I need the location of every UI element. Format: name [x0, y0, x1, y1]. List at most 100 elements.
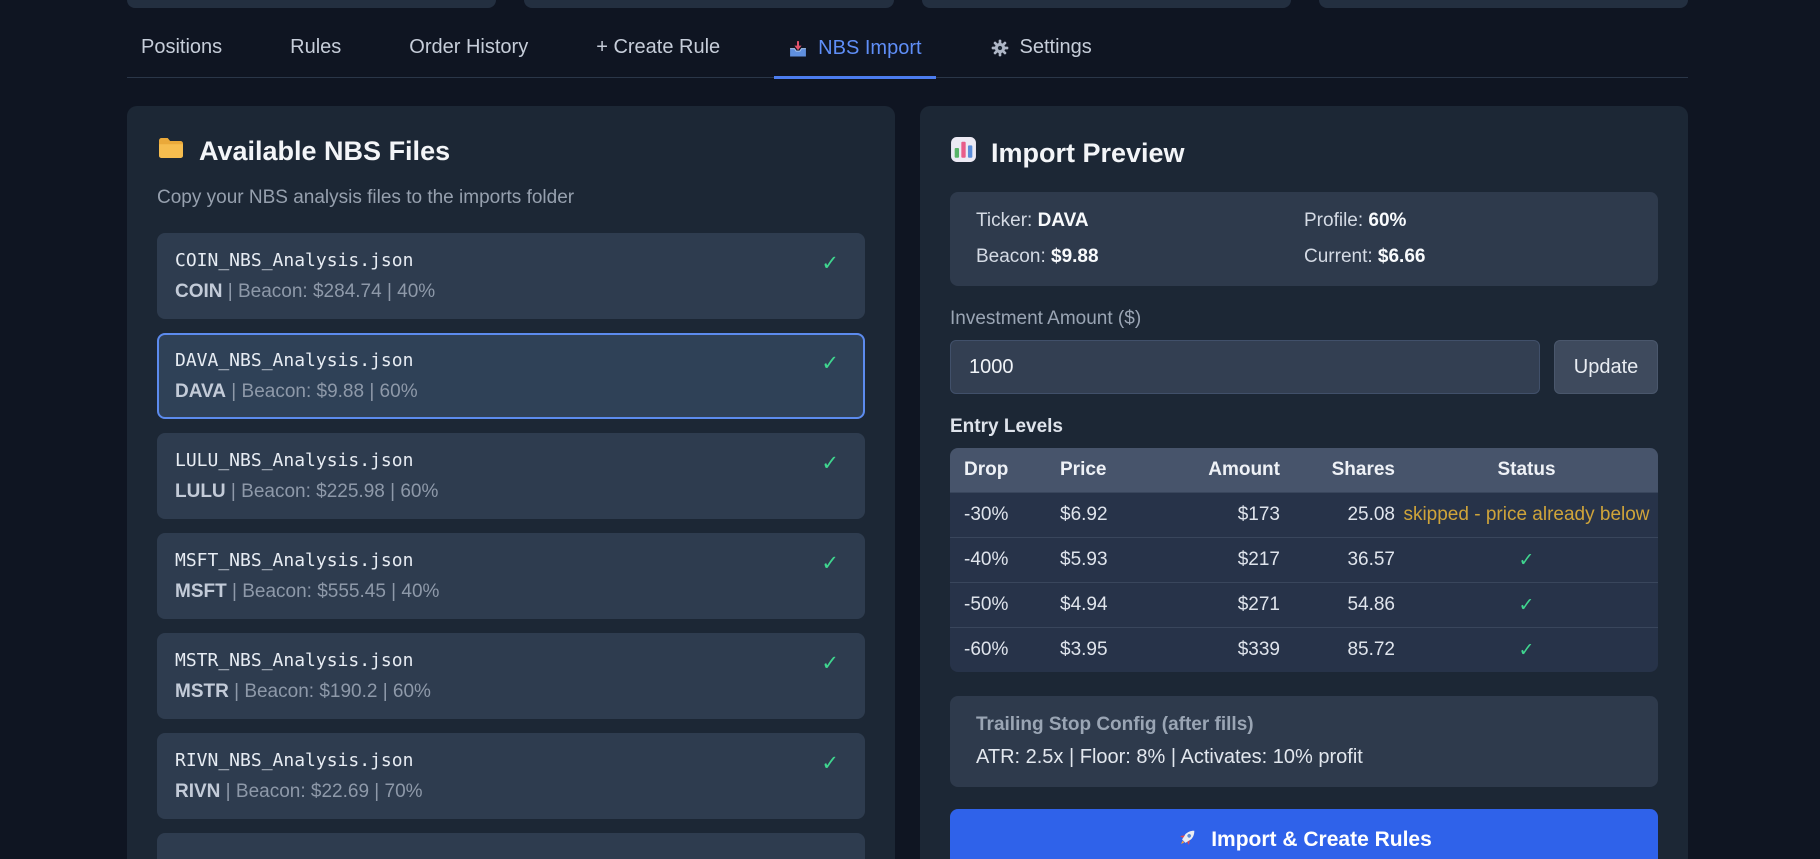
gear-icon	[990, 38, 1010, 58]
file-card[interactable]: MSTR_NBS_Analysis.json MSTR | Beacon: $1…	[157, 633, 865, 719]
cell-amount: $217	[1190, 549, 1280, 571]
file-ticker: MSTR	[175, 681, 229, 702]
folder-icon	[157, 136, 185, 167]
investment-amount-input[interactable]	[950, 340, 1540, 394]
file-details: LULU | Beacon: $225.98 | 60%	[175, 481, 847, 503]
file-details: MSTR | Beacon: $190.2 | 60%	[175, 681, 847, 703]
header-cell-shares: Shares	[1280, 459, 1395, 481]
file-card[interactable]: LULU_NBS_Analysis.json LULU | Beacon: $2…	[157, 433, 865, 519]
stat-card-partial	[127, 0, 496, 8]
file-details: DAVA | Beacon: $9.88 | 60%	[175, 381, 847, 403]
trailing-stop-detail: ATR: 2.5x | Floor: 8% | Activates: 10% p…	[976, 746, 1632, 769]
cell-price: $6.92	[1060, 504, 1190, 526]
stat-card-partial	[524, 0, 893, 8]
table-row: -60% $3.95 $339 85.72 ✓	[950, 627, 1658, 672]
available-nbs-files-panel: Available NBS Files Copy your NBS analys…	[127, 106, 895, 859]
investment-amount-label: Investment Amount ($)	[950, 308, 1658, 330]
cell-price: $4.94	[1060, 594, 1190, 616]
check-icon: ✓	[821, 251, 839, 276]
file-name: RIVN_NBS_Analysis.json	[175, 749, 847, 773]
file-card[interactable]: RIVN_NBS_Analysis.json RIVN | Beacon: $2…	[157, 733, 865, 819]
file-beacon-info: | Beacon: $284.74 | 40%	[223, 281, 436, 302]
cell-status: skipped - price already below	[1395, 504, 1658, 526]
cell-amount: $173	[1190, 504, 1280, 526]
import-create-rules-button[interactable]: Import & Create Rules	[950, 809, 1658, 859]
summary-label: Ticker:	[976, 210, 1038, 231]
summary-ticker: Ticker: DAVA	[976, 210, 1304, 232]
summary-current: Current: $6.66	[1304, 246, 1632, 268]
file-details: RIVN | Beacon: $22.69 | 70%	[175, 781, 847, 803]
header-cell-price: Price	[1060, 459, 1190, 481]
tab-label: NBS Import	[818, 37, 921, 60]
table-row: -40% $5.93 $217 36.57 ✓	[950, 537, 1658, 582]
trailing-stop-box: Trailing Stop Config (after fills) ATR: …	[950, 696, 1658, 787]
tab-positions[interactable]: Positions	[127, 36, 236, 77]
header-cell-drop: Drop	[950, 459, 1060, 481]
file-card[interactable]: MSFT_NBS_Analysis.json MSFT | Beacon: $5…	[157, 533, 865, 619]
file-ticker: COIN	[175, 281, 223, 302]
file-name: LULU_NBS_Analysis.json	[175, 449, 847, 473]
inbox-tray-icon	[788, 39, 808, 59]
summary-value: $9.88	[1051, 246, 1099, 267]
header-cell-amount: Amount	[1190, 459, 1280, 481]
file-card-partial[interactable]	[157, 833, 865, 859]
summary-beacon: Beacon: $9.88	[976, 246, 1304, 268]
file-beacon-info: | Beacon: $22.69 | 70%	[220, 781, 422, 802]
cell-shares: 85.72	[1280, 639, 1395, 661]
table-body: -30% $6.92 $173 25.08 skipped - price al…	[950, 492, 1658, 672]
tab-order-history[interactable]: Order History	[395, 36, 542, 77]
file-ticker: RIVN	[175, 781, 220, 802]
file-name: MSFT_NBS_Analysis.json	[175, 549, 847, 573]
import-preview-panel: Import Preview Ticker: DAVA Profile: 60%…	[920, 106, 1688, 859]
tab-settings[interactable]: Settings	[976, 36, 1106, 77]
table-row: -50% $4.94 $271 54.86 ✓	[950, 582, 1658, 627]
update-button[interactable]: Update	[1554, 340, 1658, 394]
panel-title-text: Available NBS Files	[199, 136, 450, 167]
file-card[interactable]: COIN_NBS_Analysis.json COIN | Beacon: $2…	[157, 233, 865, 319]
cell-shares: 54.86	[1280, 594, 1395, 616]
tab-nbs-import[interactable]: NBS Import	[774, 37, 935, 79]
import-button-label: Import & Create Rules	[1211, 828, 1432, 852]
check-icon: ✓	[821, 351, 839, 376]
cell-price: $5.93	[1060, 549, 1190, 571]
cell-drop: -60%	[950, 639, 1060, 661]
cell-drop: -50%	[950, 594, 1060, 616]
check-icon: ✓	[821, 751, 839, 776]
summary-label: Beacon:	[976, 246, 1051, 267]
tab-create-rule[interactable]: + Create Rule	[582, 36, 734, 77]
file-card[interactable]: DAVA_NBS_Analysis.json DAVA | Beacon: $9…	[157, 333, 865, 419]
cell-amount: $339	[1190, 639, 1280, 661]
cell-shares: 36.57	[1280, 549, 1395, 571]
file-details: COIN | Beacon: $284.74 | 40%	[175, 281, 847, 303]
stat-card-partial	[922, 0, 1291, 8]
file-list: COIN_NBS_Analysis.json COIN | Beacon: $2…	[157, 233, 865, 819]
tab-label: Order History	[409, 36, 528, 59]
bar-chart-icon	[950, 136, 977, 170]
cell-drop: -40%	[950, 549, 1060, 571]
available-files-title: Available NBS Files	[157, 136, 865, 167]
file-details: MSFT | Beacon: $555.45 | 40%	[175, 581, 847, 603]
investment-row: Update	[950, 340, 1658, 394]
tab-label: Rules	[290, 36, 341, 59]
cell-status: ✓	[1395, 639, 1658, 662]
tab-rules[interactable]: Rules	[276, 36, 355, 77]
summary-value: $6.66	[1378, 246, 1426, 267]
file-beacon-info: | Beacon: $9.88 | 60%	[226, 381, 418, 402]
table-row: -30% $6.92 $173 25.08 skipped - price al…	[950, 492, 1658, 537]
summary-label: Current:	[1304, 246, 1378, 267]
cell-amount: $271	[1190, 594, 1280, 616]
entry-levels-table: Drop Price Amount Shares Status -30% $6.…	[950, 448, 1658, 672]
file-ticker: LULU	[175, 481, 226, 502]
entry-levels-heading: Entry Levels	[950, 416, 1658, 438]
file-name: MSTR_NBS_Analysis.json	[175, 649, 847, 673]
file-list-overflow	[157, 833, 865, 859]
check-icon: ✓	[821, 551, 839, 576]
summary-label: Profile:	[1304, 210, 1368, 231]
panel-title-text: Import Preview	[991, 138, 1185, 169]
cell-price: $3.95	[1060, 639, 1190, 661]
header-cell-status: Status	[1395, 459, 1658, 481]
file-ticker: MSFT	[175, 581, 227, 602]
summary-profile: Profile: 60%	[1304, 210, 1632, 232]
rocket-icon	[1176, 826, 1199, 855]
cell-drop: -30%	[950, 504, 1060, 526]
